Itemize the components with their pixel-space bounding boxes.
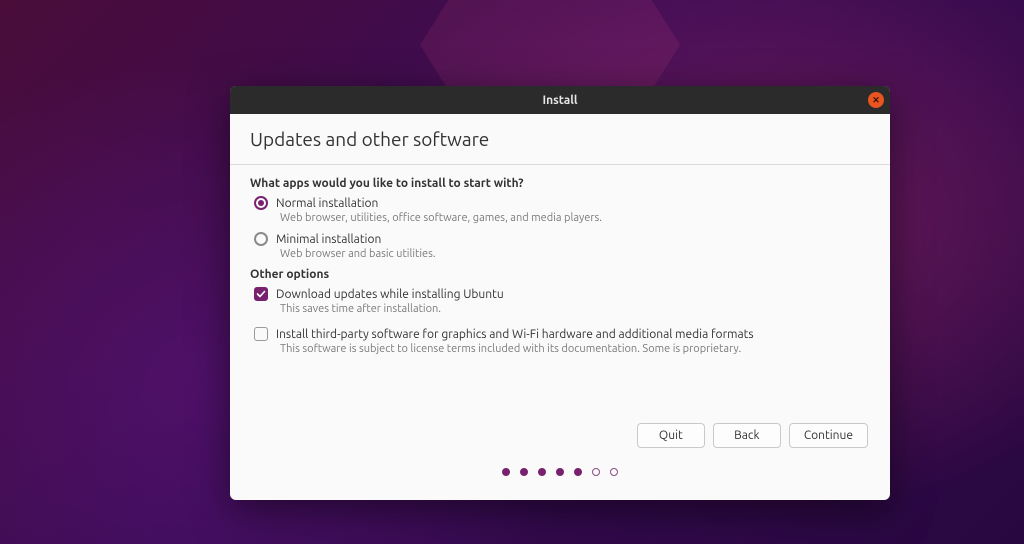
checkbox-checked-icon [254, 287, 268, 301]
minimal-install-label: Minimal installation [276, 233, 381, 246]
close-icon: ✕ [872, 95, 880, 106]
progress-indicator [250, 452, 870, 490]
normal-install-option[interactable]: Normal installation [254, 196, 870, 210]
download-updates-desc: This saves time after installation. [280, 303, 870, 315]
back-button[interactable]: Back [713, 423, 781, 448]
radio-unselected-icon [254, 232, 268, 246]
progress-dot [592, 468, 600, 476]
progress-dot [538, 468, 546, 476]
download-updates-option[interactable]: Download updates while installing Ubuntu [254, 287, 870, 301]
apps-question: What apps would you like to install to s… [250, 177, 870, 190]
divider [230, 164, 890, 165]
progress-dot [610, 468, 618, 476]
minimal-install-option[interactable]: Minimal installation [254, 232, 870, 246]
footer-buttons: Quit Back Continue [250, 423, 870, 452]
quit-button[interactable]: Quit [637, 423, 705, 448]
normal-install-desc: Web browser, utilities, office software,… [280, 212, 870, 224]
third-party-option[interactable]: Install third-party software for graphic… [254, 327, 870, 341]
download-updates-label: Download updates while installing Ubuntu [276, 288, 504, 301]
third-party-desc: This software is subject to license term… [280, 343, 870, 355]
page-title: Updates and other software [250, 128, 870, 150]
radio-selected-icon [254, 196, 268, 210]
close-button[interactable]: ✕ [868, 92, 884, 108]
progress-dot [520, 468, 528, 476]
checkbox-unchecked-icon [254, 327, 268, 341]
progress-dot [574, 468, 582, 476]
progress-dot [556, 468, 564, 476]
content-area: Updates and other software What apps wou… [230, 114, 890, 500]
third-party-label: Install third-party software for graphic… [276, 328, 754, 341]
window-title: Install [542, 94, 577, 107]
normal-install-label: Normal installation [276, 197, 378, 210]
continue-button[interactable]: Continue [789, 423, 868, 448]
other-options-heading: Other options [250, 268, 870, 281]
titlebar: Install ✕ [230, 86, 890, 114]
installer-window: Install ✕ Updates and other software Wha… [230, 86, 890, 500]
progress-dot [502, 468, 510, 476]
minimal-install-desc: Web browser and basic utilities. [280, 248, 870, 260]
